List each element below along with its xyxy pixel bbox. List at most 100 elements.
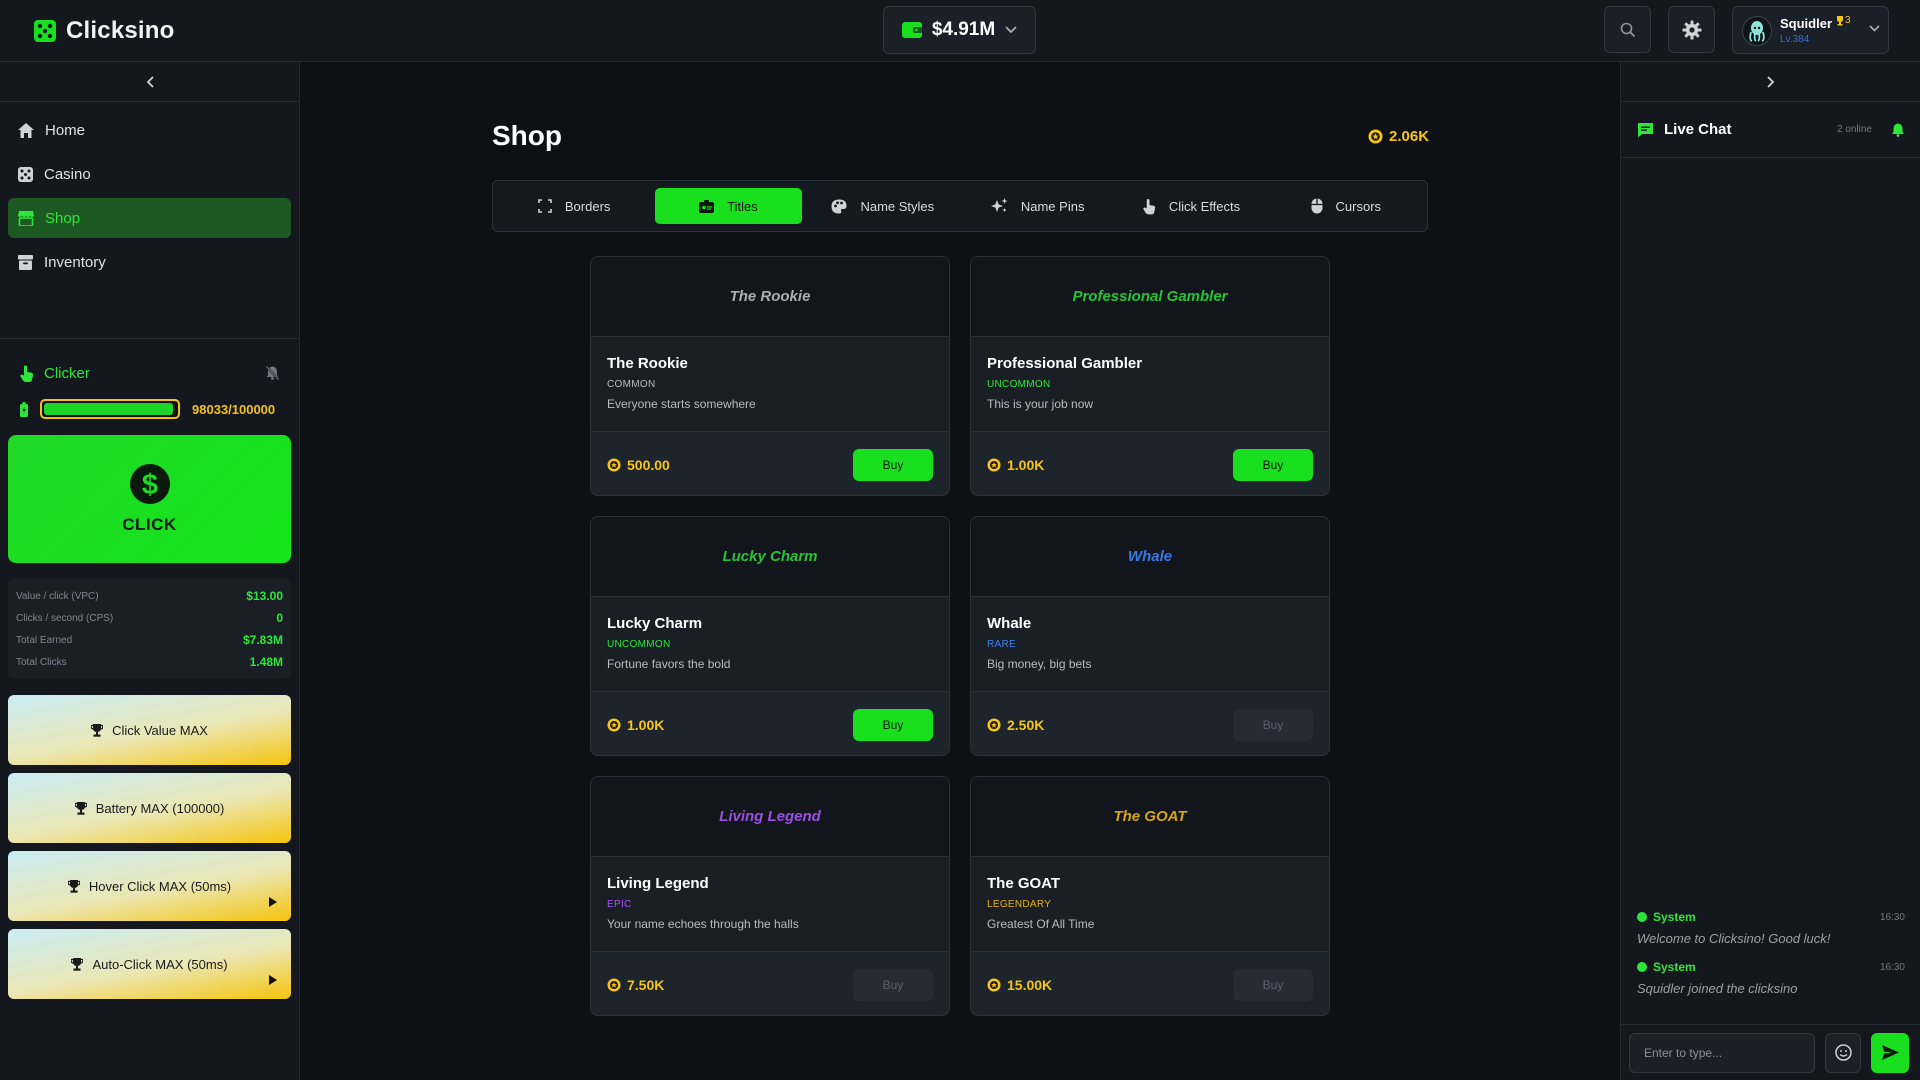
price-value: 15.00K — [1007, 976, 1053, 993]
play-icon[interactable] — [269, 897, 277, 907]
sidebar-item-home[interactable]: Home — [8, 110, 291, 150]
stat-row: Value / click (VPC) $13.00 — [16, 585, 283, 607]
upgrade-label: Auto-Click MAX (50ms) — [92, 956, 228, 972]
clicker-title-text: Clicker — [44, 364, 90, 382]
card-body: Lucky Charm UNCOMMON Fortune favors the … — [591, 597, 949, 691]
chevron-left-icon — [146, 75, 154, 88]
stat-value: $7.83M — [242, 633, 283, 647]
sidebar-item-casino[interactable]: Casino — [8, 154, 291, 194]
price-value: 7.50K — [627, 976, 665, 993]
click-button[interactable]: $ CLICK — [8, 435, 291, 563]
item-rarity: UNCOMMON — [607, 639, 671, 650]
buy-button[interactable]: Buy — [1233, 968, 1313, 1001]
coin-icon — [987, 977, 1001, 992]
upgrade-label: Hover Click MAX (50ms) — [88, 878, 232, 894]
title-preview: Living Legend — [591, 777, 949, 857]
chat-input-row — [1621, 1024, 1920, 1080]
shop-item-card: The Rookie The Rookie COMMON Everyone st… — [590, 256, 950, 496]
click-label: CLICK — [122, 515, 177, 534]
sparkles-icon — [990, 198, 1008, 214]
tab-name-pins[interactable]: Name Pins — [964, 188, 1110, 224]
coin-amount: 2.06K — [1389, 128, 1430, 145]
chat-message: System 16:30 Welcome to Clicksino! Good … — [1637, 910, 1905, 946]
app-name: Clicksino — [66, 17, 175, 44]
search-button[interactable] — [1604, 6, 1651, 53]
battery-fill — [44, 403, 174, 415]
chat-collapse-button[interactable] — [1621, 62, 1920, 102]
item-name: Professional Gambler — [987, 355, 1143, 372]
tab-borders[interactable]: Borders — [501, 188, 647, 224]
shop-icon — [18, 210, 34, 226]
chevron-right-icon — [1766, 75, 1775, 88]
upgrade-battery[interactable]: Battery MAX (100000) — [8, 773, 291, 843]
app-logo[interactable]: Clicksino — [34, 17, 175, 45]
card-body: Professional Gambler UNCOMMON This is yo… — [971, 337, 1329, 431]
chat-message: System 16:30 Squidler joined the clicksi… — [1637, 960, 1905, 996]
sidebar-item-label: Inventory — [44, 253, 106, 271]
buy-button[interactable]: Buy — [853, 708, 933, 741]
frame-icon — [538, 199, 552, 213]
tab-click-effects[interactable]: Click Effects — [1118, 188, 1264, 224]
item-description: This is your job now — [987, 397, 1094, 411]
balance-dropdown[interactable]: $4.91M — [883, 6, 1036, 54]
bell-off-icon[interactable] — [266, 366, 279, 380]
left-sidebar: Home Casino Shop Inventory Clicker 98033… — [0, 62, 300, 1080]
battery-row: 98033/100000 — [0, 395, 299, 423]
settings-button[interactable] — [1668, 6, 1715, 53]
item-description: Everyone starts somewhere — [607, 397, 756, 411]
play-icon[interactable] — [269, 975, 277, 985]
mouse-icon — [1311, 198, 1323, 214]
item-name: The Rookie — [607, 355, 688, 372]
item-description: Big money, big bets — [987, 657, 1092, 671]
buy-button[interactable]: Buy — [1233, 448, 1313, 481]
top-bar: Clicksino $4.91M Squidler 3 Lv.384 — [0, 0, 1920, 62]
chat-panel: Live Chat 2 online System 16:30 Welcome … — [1620, 62, 1920, 1080]
card-footer: 1.00K Buy — [591, 691, 949, 755]
message-header: System 16:30 — [1637, 960, 1905, 974]
coin-icon — [987, 457, 1001, 472]
chevron-down-icon — [1869, 25, 1880, 32]
bell-icon[interactable] — [1892, 123, 1904, 137]
user-badge: 3 — [1836, 15, 1851, 26]
chat-bubble-icon — [1637, 122, 1654, 138]
price-value: 2.50K — [1007, 716, 1045, 733]
tab-titles[interactable]: Titles — [655, 188, 802, 224]
sidebar-collapse-button[interactable] — [0, 62, 299, 102]
battery-value: 98033/100000 — [192, 401, 276, 417]
tab-label: Click Effects — [1168, 198, 1241, 214]
tab-cursors[interactable]: Cursors — [1273, 188, 1419, 224]
upgrade-auto-click[interactable]: Auto-Click MAX (50ms) — [8, 929, 291, 999]
sidebar-item-inventory[interactable]: Inventory — [8, 242, 291, 282]
stat-label: Total Clicks — [16, 656, 67, 668]
card-footer: 1.00K Buy — [971, 431, 1329, 495]
shop-item-card: Professional Gambler Professional Gamble… — [970, 256, 1330, 496]
emoji-button[interactable] — [1825, 1032, 1861, 1073]
upgrade-hover-click[interactable]: Hover Click MAX (50ms) — [8, 851, 291, 921]
chat-input[interactable] — [1629, 1032, 1815, 1073]
tab-label: Borders — [564, 198, 611, 214]
stat-row: Total Earned $7.83M — [16, 629, 283, 651]
buy-button[interactable]: Buy — [853, 448, 933, 481]
message-text: Welcome to Clicksino! Good luck! — [1637, 931, 1831, 946]
sidebar-item-label: Casino — [44, 165, 91, 183]
message-time: 16:30 — [1879, 961, 1905, 973]
buy-button[interactable]: Buy — [1233, 708, 1313, 741]
tab-label: Name Pins — [1020, 198, 1085, 214]
upgrade-click-value[interactable]: Click Value MAX — [8, 695, 291, 765]
item-name: Lucky Charm — [607, 615, 703, 632]
item-rarity: LEGENDARY — [987, 899, 1052, 910]
online-count: 2 online — [1836, 124, 1872, 135]
stat-value: $13.00 — [246, 589, 283, 603]
item-price: 7.50K — [607, 977, 664, 993]
title-preview: Whale — [971, 517, 1329, 597]
item-rarity: EPIC — [607, 899, 632, 910]
svg-text:$: $ — [141, 469, 157, 501]
sidebar-item-shop[interactable]: Shop — [8, 198, 291, 238]
user-menu[interactable]: Squidler 3 Lv.384 — [1732, 6, 1889, 54]
buy-button[interactable]: Buy — [853, 968, 933, 1001]
avatar — [1742, 16, 1772, 46]
tab-name-styles[interactable]: Name Styles — [810, 188, 956, 224]
archive-icon — [18, 254, 33, 270]
stat-label: Clicks / second (CPS) — [16, 612, 114, 624]
send-button[interactable] — [1871, 1032, 1909, 1073]
